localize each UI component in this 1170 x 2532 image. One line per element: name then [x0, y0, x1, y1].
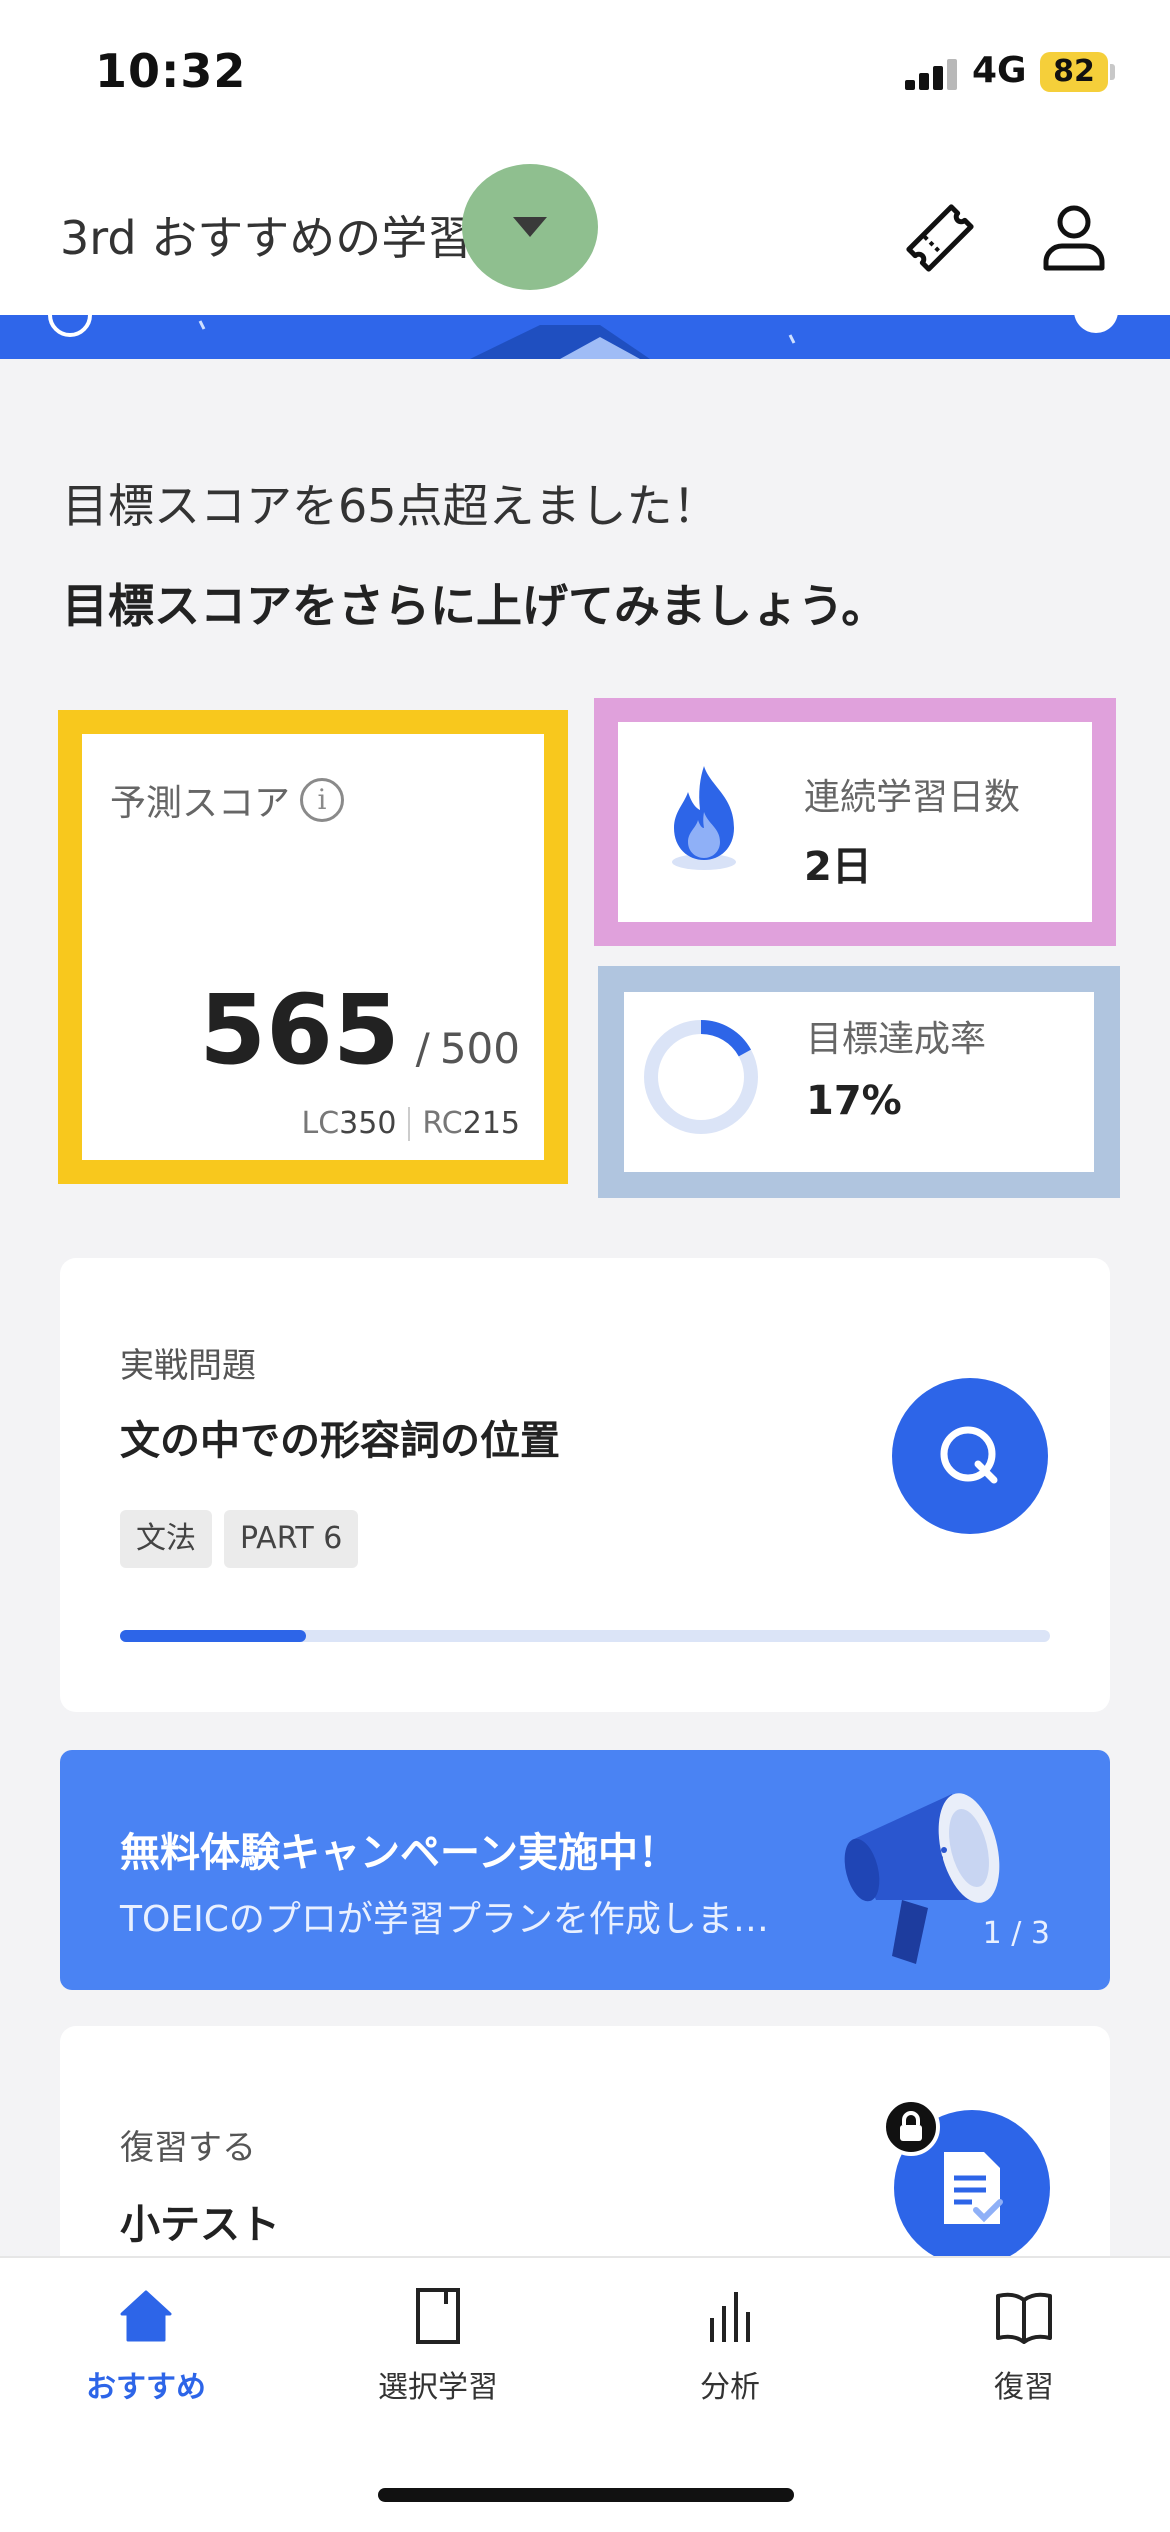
open-book-icon: [996, 2292, 1052, 2344]
rc-score: 215: [462, 1106, 520, 1141]
score-display: 565 / 500: [199, 974, 520, 1086]
score-breakdown: LC 350 RC 215: [301, 1106, 520, 1141]
ticket-icon[interactable]: [900, 198, 980, 278]
breakdown-divider: [408, 1106, 411, 1141]
campaign-subtitle: TOEICのプロが学習プランを作成しま…: [120, 1899, 769, 1940]
lock-icon: [882, 2098, 940, 2156]
predicted-score-card[interactable]: 予測スコア i 565 / 500 LC 350 RC 215: [58, 710, 568, 1184]
lc-score: 350: [339, 1106, 397, 1141]
status-bar: 10:32 4G 82: [0, 0, 1170, 140]
predicted-score-header: 予測スコア i: [110, 774, 345, 826]
tab-review-label: 復習: [994, 2370, 1054, 2405]
goal-achievement-card[interactable]: 目標達成率 17%: [598, 966, 1120, 1198]
bar-chart-icon: [710, 2292, 750, 2342]
page-title[interactable]: 3rd おすすめの学習: [60, 202, 473, 268]
review-title: 小テスト: [120, 2202, 280, 2248]
review-quiz-card[interactable]: 復習する 小テスト: [60, 2026, 1110, 2266]
streak-label: 連続学習日数: [804, 777, 1021, 818]
network-type: 4G: [972, 50, 1027, 91]
battery-tip: [1110, 64, 1115, 80]
tag-part: PART 6: [224, 1510, 359, 1568]
cellular-signal-icon: [905, 58, 957, 90]
predicted-score-label: 予測スコア: [110, 783, 291, 824]
practice-progress-fill: [120, 1630, 306, 1642]
document-check-icon: [944, 2152, 1003, 2224]
streak-value: 2日: [804, 844, 872, 890]
status-time: 10:32: [95, 44, 247, 98]
app-header: 3rd おすすめの学習: [0, 140, 1170, 315]
score-separator: /: [415, 1024, 430, 1073]
campaign-pager: 1 / 3: [982, 1916, 1050, 1951]
battery-indicator: 82: [1040, 52, 1108, 92]
tab-analysis-label: 分析: [700, 2370, 760, 2405]
flame-icon: [672, 766, 736, 870]
caret-down-icon: [513, 217, 547, 237]
info-icon[interactable]: i: [300, 778, 345, 822]
question-q-icon: [940, 1426, 998, 1484]
practice-tags: 文法 PART 6: [120, 1510, 359, 1568]
target-score-value: 500: [439, 1024, 520, 1073]
home-icon: [120, 2290, 172, 2342]
user-profile-icon[interactable]: [1038, 198, 1110, 278]
home-indicator[interactable]: [378, 2488, 794, 2502]
predicted-score-value: 565: [199, 974, 400, 1086]
banner-decoration: [48, 315, 1118, 359]
top-banner-peek[interactable]: [0, 315, 1170, 359]
campaign-banner[interactable]: 無料体験キャンペーン実施中！ TOEICのプロが学習プランを作成しま… 1 / …: [60, 1750, 1110, 1990]
practice-question-card[interactable]: 実戦問題 文の中での形容詞の位置 文法 PART 6: [60, 1258, 1110, 1712]
goal-encourage-message: 目標スコアをさらに上げてみましょう。: [62, 579, 888, 633]
tag-grammar: 文法: [120, 1510, 212, 1568]
achievement-label: 目標達成率: [806, 1019, 987, 1060]
achievement-value: 17%: [806, 1078, 902, 1124]
book-select-icon: [416, 2288, 460, 2344]
practice-category: 実戦問題: [120, 1346, 256, 1386]
tab-selected-study[interactable]: 選択学習: [328, 2286, 548, 2406]
rc-label: RC: [422, 1106, 463, 1141]
tab-review[interactable]: 復習: [914, 2286, 1134, 2406]
lc-label: LC: [301, 1106, 340, 1141]
title-dropdown-button[interactable]: [462, 164, 598, 290]
goal-achieved-message: 目標スコアを65点超えました！: [62, 479, 719, 533]
tab-selected-study-label: 選択学習: [378, 2370, 498, 2405]
practice-title: 文の中での形容詞の位置: [120, 1418, 560, 1464]
tab-recommended-label: おすすめ: [86, 2370, 206, 2405]
review-category: 復習する: [120, 2128, 256, 2168]
study-streak-card[interactable]: 連続学習日数 2日: [594, 698, 1116, 946]
achievement-ring-chart: [644, 1020, 758, 1134]
campaign-title: 無料体験キャンペーン実施中！: [120, 1830, 678, 1876]
tab-analysis[interactable]: 分析: [620, 2286, 840, 2406]
practice-progress-bar: [120, 1630, 1050, 1642]
start-quiz-button[interactable]: [892, 1378, 1048, 1534]
tab-recommended[interactable]: おすすめ: [36, 2286, 256, 2406]
